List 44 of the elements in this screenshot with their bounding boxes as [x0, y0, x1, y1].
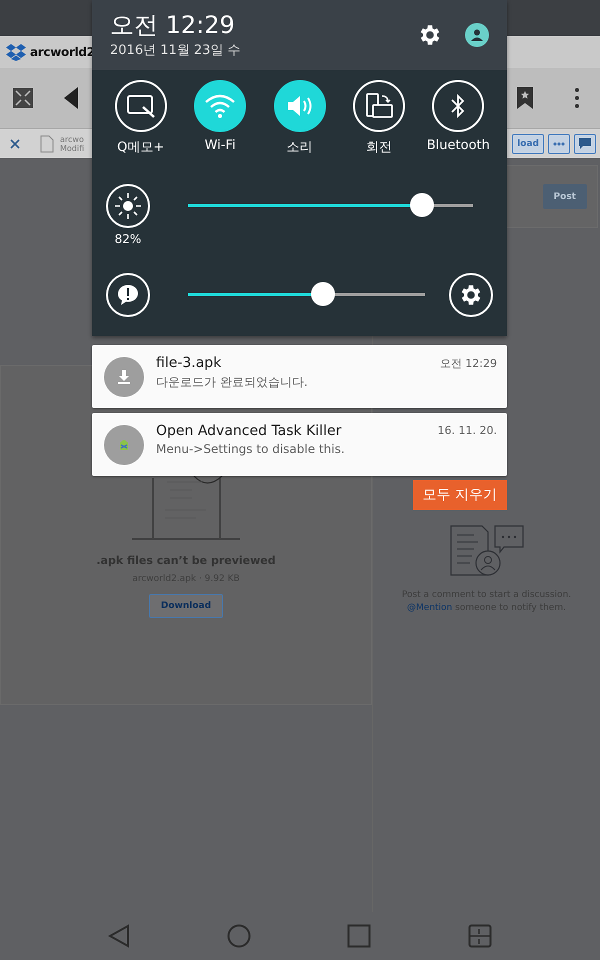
- notification-time: 오전 12:29: [440, 356, 497, 371]
- close-icon[interactable]: [10, 138, 20, 148]
- download-icon: [104, 356, 144, 396]
- slider-thumb[interactable]: [311, 282, 336, 306]
- user-icon[interactable]: [465, 23, 489, 47]
- memo-icon: [126, 93, 156, 119]
- clock-time: 오전 12:29: [110, 11, 236, 39]
- brightness-reading: 82%: [114, 232, 142, 246]
- notification-title: Open Advanced Task Killer: [156, 423, 342, 439]
- wifi-toggle[interactable]: Wi-Fi: [180, 80, 260, 156]
- collapse-icon[interactable]: [12, 87, 34, 109]
- post-button[interactable]: Post: [542, 184, 587, 209]
- brightness-slider[interactable]: [188, 193, 473, 219]
- alert-bubble-icon[interactable]: [106, 273, 150, 317]
- rotate-icon: [364, 92, 394, 120]
- robot-icon: [104, 424, 144, 464]
- sound-settings-button[interactable]: [449, 273, 493, 317]
- back-icon[interactable]: [64, 87, 78, 109]
- chat-icon: [579, 138, 591, 149]
- sound-toggle[interactable]: 소리: [260, 80, 340, 156]
- more-icon: [553, 142, 565, 146]
- bookmark-icon[interactable]: [517, 87, 533, 109]
- rotate-toggle[interactable]: 회전: [339, 80, 419, 156]
- bluetooth-toggle[interactable]: Bluetooth: [418, 80, 498, 156]
- volume-slider[interactable]: [188, 282, 425, 308]
- comments-button[interactable]: [574, 134, 596, 154]
- memo-toggle[interactable]: Q메모+: [101, 80, 180, 156]
- file-meta: Modifi: [60, 144, 84, 152]
- notification-text: 다운로드가 완료되었습니다.: [156, 374, 309, 391]
- slider-thumb[interactable]: [410, 193, 434, 217]
- notification-card[interactable]: file-3.apk 다운로드가 완료되었습니다. 오전 12:29: [92, 345, 507, 408]
- more-button[interactable]: [548, 134, 570, 154]
- file-name: arcwo: [60, 134, 84, 144]
- notification-title: file-3.apk: [156, 355, 222, 371]
- notification-time: 16. 11. 20.: [438, 423, 497, 437]
- box-logo-icon: [6, 43, 26, 61]
- file-icon: [40, 134, 54, 152]
- brightness-icon[interactable]: [106, 184, 150, 228]
- more-icon[interactable]: [575, 88, 579, 108]
- page-title: arcworld2: [30, 45, 95, 59]
- notification-card[interactable]: Open Advanced Task Killer Menu->Settings to disable this. 16. 11. 20.: [92, 413, 507, 476]
- wifi-icon: [204, 93, 236, 119]
- date-text: 2016년 11월 23일 수: [110, 42, 242, 59]
- notification-text: Menu->Settings to disable this.: [156, 442, 346, 456]
